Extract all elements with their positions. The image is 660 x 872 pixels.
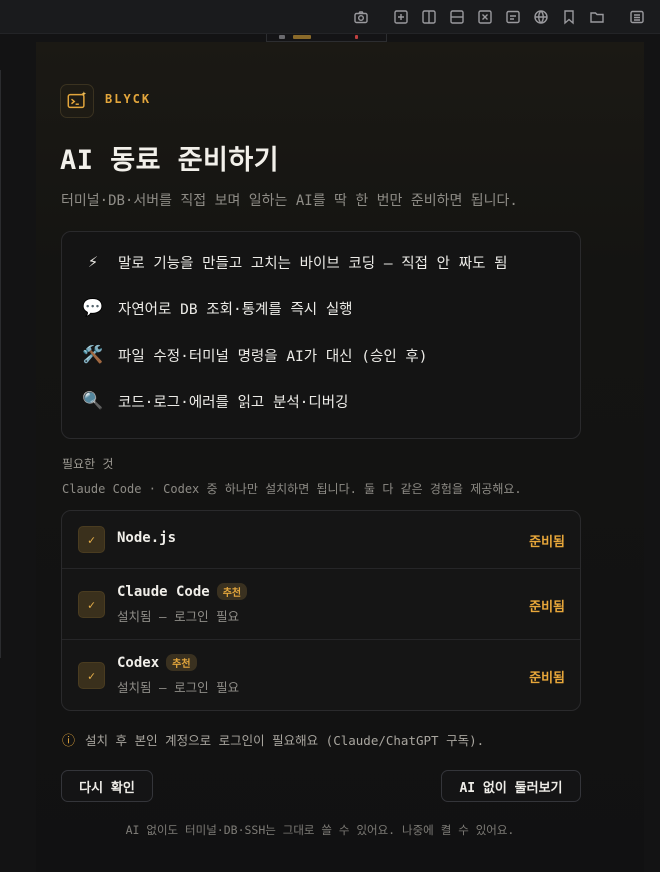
tools-icon: 🛠️ (82, 345, 104, 365)
requirement-row-claude-code: ✓ Claude Code 추천 설치됨 — 로그인 필요 준비됨 (62, 569, 580, 640)
requirement-row-codex: ✓ Codex 추천 설치됨 — 로그인 필요 준비됨 (62, 640, 580, 710)
magnifier-icon: 🔍 (82, 391, 104, 411)
status-badge: 준비됨 (529, 600, 565, 615)
feature-text: 자연어로 DB 조회·통계를 즉시 실행 (118, 301, 353, 318)
requirements-list: ✓ Node.js 준비됨 ✓ Claude Code 추천 설치됨 — 로그인… (61, 510, 581, 711)
footer-note: AI 없이도 터미널·DB·SSH는 그대로 쓸 수 있어요. 나중에 켤 수 … (125, 823, 515, 837)
new-tab-icon[interactable] (393, 9, 409, 25)
terminal-icon[interactable] (505, 9, 521, 25)
page-subtitle: 터미널·DB·서버를 직접 보며 일하는 AI를 딱 한 번만 준비하면 됩니다… (61, 193, 518, 209)
skip-ai-button[interactable]: AI 없이 둘러보기 (441, 770, 581, 802)
recheck-button[interactable]: 다시 확인 (61, 770, 153, 802)
lightning-icon: ⚡ (87, 252, 99, 272)
feature-item: 🔍 코드·로그·에러를 읽고 분석·디버깅 (80, 389, 348, 413)
feature-item: 💬 자연어로 DB 조회·통계를 즉시 실행 (80, 296, 353, 320)
speech-bubble-icon: 💬 (82, 298, 104, 318)
close-pane-icon[interactable] (477, 9, 493, 25)
status-badge: 준비됨 (529, 671, 565, 686)
requirement-name: Claude Code 추천 (117, 583, 248, 600)
terminal-logo-icon (67, 91, 87, 109)
requirement-status-text: 설치됨 — 로그인 필요 (117, 609, 240, 624)
feature-item: 🛠️ 파일 수정·터미널 명령을 AI가 대신 (승인 후) (80, 343, 427, 367)
page-title: AI 동료 준비하기 (60, 145, 280, 176)
requirements-title: 필요한 것 (62, 457, 114, 471)
recommended-badge: 추천 (166, 654, 197, 671)
requirement-name: Node.js (117, 530, 177, 546)
requirement-status-text: 설치됨 — 로그인 필요 (117, 680, 240, 695)
requirement-row-nodejs: ✓ Node.js 준비됨 (62, 511, 580, 569)
feature-text: 말로 기능을 만들고 고치는 바이브 코딩 — 직접 안 짜도 됨 (118, 255, 508, 272)
split-vertical-icon[interactable] (421, 9, 437, 25)
camera-icon[interactable] (353, 9, 369, 25)
info-icon: ⓘ (62, 734, 76, 749)
feature-item: ⚡ 말로 기능을 만들고 고치는 바이브 코딩 — 직접 안 짜도 됨 (80, 250, 508, 274)
folder-icon[interactable] (589, 9, 605, 25)
app-logo (60, 84, 94, 118)
split-horizontal-icon[interactable] (449, 9, 465, 25)
requirement-name: Codex 추천 (117, 654, 197, 671)
check-icon: ✓ (78, 591, 105, 618)
globe-icon[interactable] (533, 9, 549, 25)
notice-text: 설치 후 본인 계정으로 로그인이 필요해요 (Claude/ChatGPT 구… (85, 733, 485, 748)
bookmark-icon[interactable] (561, 9, 577, 25)
background-tab-peek (266, 34, 387, 42)
menu-icon[interactable] (629, 9, 645, 25)
feature-text: 파일 수정·터미널 명령을 AI가 대신 (승인 후) (118, 348, 428, 365)
feature-list: ⚡ 말로 기능을 만들고 고치는 바이브 코딩 — 직접 안 짜도 됨 💬 자연… (61, 231, 581, 439)
feature-text: 코드·로그·에러를 읽고 분석·디버깅 (118, 394, 349, 411)
window-toolbar (0, 0, 660, 34)
requirements-description: Claude Code · Codex 중 하나만 설치하면 됩니다. 둘 다 … (62, 482, 522, 496)
pane-divider (0, 70, 1, 658)
recommended-badge: 추천 (216, 583, 248, 600)
check-icon: ✓ (78, 662, 105, 689)
brand-name: BLYCK (105, 92, 152, 106)
login-notice: ⓘ 설치 후 본인 계정으로 로그인이 필요해요 (Claude/ChatGPT… (62, 730, 484, 749)
status-badge: 준비됨 (529, 535, 565, 550)
check-icon: ✓ (78, 526, 105, 553)
